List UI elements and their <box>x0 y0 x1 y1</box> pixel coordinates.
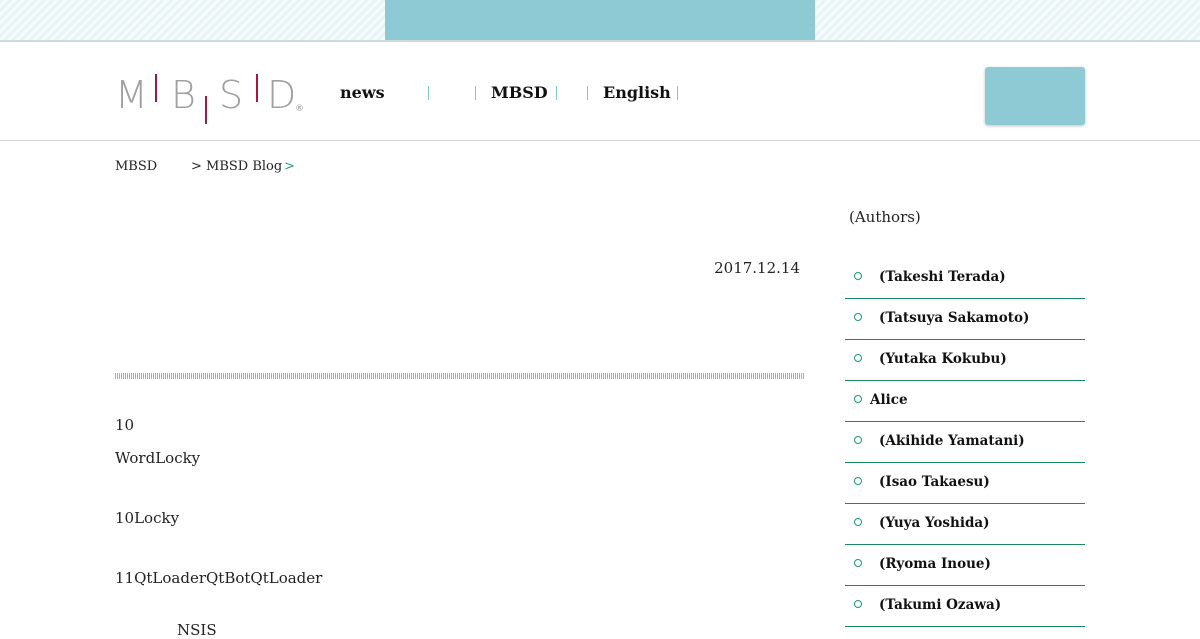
breadcrumb-current[interactable]: > MBSD Blog <box>191 159 282 174</box>
author-item[interactable]: (Isao Takaesu) <box>845 463 1085 504</box>
circle-bullet-icon <box>854 477 862 485</box>
author-name: (Ryoma Inoue) <box>879 556 991 572</box>
nav-separator <box>677 86 678 100</box>
author-name: (Isao Takaesu) <box>879 474 990 490</box>
top-banner <box>0 0 1200 42</box>
nav-item-english[interactable]: English <box>603 84 671 102</box>
author-item[interactable]: (Akihide Yamatani) <box>845 422 1085 463</box>
circle-bullet-icon <box>854 600 862 608</box>
post-date: 2017.12.14 <box>714 259 800 277</box>
author-name: Alice <box>870 392 908 408</box>
post-line: 10 <box>115 416 135 434</box>
logo-bar <box>155 74 157 102</box>
post-line: 11QtLoaderQtBotQtLoader <box>115 569 323 587</box>
breadcrumb-separator: > <box>284 159 295 174</box>
author-item[interactable]: (Takeshi Terada) <box>845 258 1085 299</box>
top-banner-block[interactable] <box>385 0 815 40</box>
author-item[interactable]: (Takumi Ozawa) <box>845 586 1085 627</box>
author-list: (Takeshi Terada) (Tatsuya Sakamoto) (Yut… <box>845 258 1085 627</box>
site-header: M B S D ® news MBSD English <box>0 42 1200 141</box>
post-divider <box>115 373 805 379</box>
registered-mark: ® <box>295 104 304 114</box>
author-name: (Yutaka Kokubu) <box>879 351 1007 367</box>
author-name: (Tatsuya Sakamoto) <box>879 310 1030 326</box>
logo-letter-b: B <box>171 73 196 117</box>
author-name: (Takeshi Terada) <box>879 269 1006 285</box>
nav-item-mbsd[interactable]: MBSD <box>491 84 548 102</box>
circle-bullet-icon <box>854 395 862 403</box>
circle-bullet-icon <box>854 559 862 567</box>
logo-letter-d: D <box>267 73 297 117</box>
logo-bar <box>256 74 258 102</box>
author-item[interactable]: (Tatsuya Sakamoto) <box>845 299 1085 340</box>
author-item[interactable]: (Yutaka Kokubu) <box>845 340 1085 381</box>
header-action-button[interactable] <box>985 67 1085 125</box>
nav-separator <box>475 86 476 100</box>
circle-bullet-icon <box>854 518 862 526</box>
circle-bullet-icon <box>854 272 862 280</box>
author-name: (Akihide Yamatani) <box>879 433 1025 449</box>
logo-letter-s: S <box>219 73 244 117</box>
author-item[interactable]: (Ryoma Inoue) <box>845 545 1085 586</box>
logo-bar <box>205 96 207 124</box>
author-name: (Takumi Ozawa) <box>879 597 1002 613</box>
nav-item-news[interactable]: news <box>340 84 385 102</box>
breadcrumb-home[interactable]: MBSD <box>115 159 157 174</box>
post-line: WordLocky <box>115 449 201 467</box>
circle-bullet-icon <box>854 354 862 362</box>
post-line: 10Locky <box>115 509 180 527</box>
sidebar-title: (Authors) <box>849 208 921 226</box>
nav-separator <box>428 86 429 100</box>
nav-separator <box>587 86 588 100</box>
author-name: (Yuya Yoshida) <box>879 515 990 531</box>
nav-separator <box>556 86 557 100</box>
circle-bullet-icon <box>854 313 862 321</box>
nav-item-2[interactable] <box>440 84 470 102</box>
post-line: NSIS <box>177 621 217 639</box>
circle-bullet-icon <box>854 436 862 444</box>
author-item[interactable]: (Yuya Yoshida) <box>845 504 1085 545</box>
author-item[interactable]: Alice <box>845 381 1085 422</box>
mbsd-logo[interactable]: M B S D ® <box>115 70 305 128</box>
logo-letter-m: M <box>115 73 148 117</box>
